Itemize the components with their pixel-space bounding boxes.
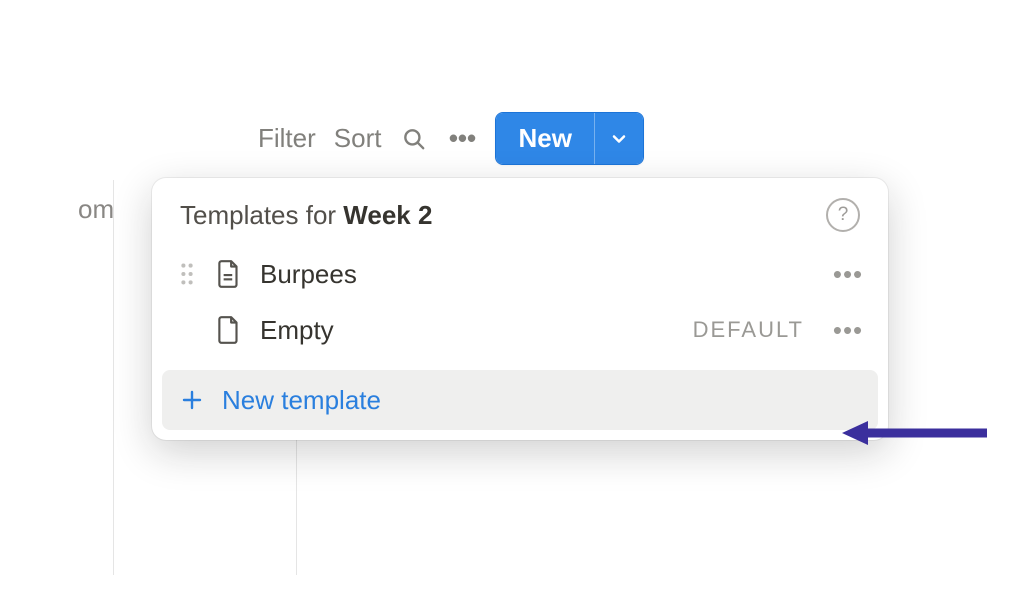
chevron-down-icon [609, 129, 629, 149]
new-dropdown-button[interactable] [594, 113, 643, 164]
grid-divider [113, 180, 114, 575]
drag-handle-icon[interactable] [176, 262, 198, 286]
new-template-label: New template [222, 385, 381, 416]
more-icon[interactable]: ••• [447, 123, 477, 154]
row-more-button[interactable]: ••• [830, 315, 866, 346]
new-template-button[interactable]: New template [162, 370, 878, 430]
page-icon [216, 259, 242, 289]
popover-title-emph: Week 2 [343, 200, 432, 230]
templates-popover: Templates for Week 2 ? Burpees ••• Empty… [152, 178, 888, 440]
template-row[interactable]: Burpees ••• [152, 246, 888, 302]
popover-title-prefix: Templates for [180, 200, 343, 230]
column-label-peek: om [78, 194, 114, 225]
help-icon[interactable]: ? [826, 198, 860, 232]
default-badge: DEFAULT [693, 317, 804, 343]
search-icon[interactable] [399, 126, 429, 152]
row-more-button[interactable]: ••• [830, 259, 866, 290]
template-row[interactable]: Empty DEFAULT ••• [152, 302, 888, 358]
popover-header: Templates for Week 2 ? [152, 198, 888, 246]
plus-icon [180, 388, 204, 412]
table-toolbar: Filter Sort ••• New [258, 112, 644, 165]
filter-button[interactable]: Filter [258, 123, 316, 154]
popover-title: Templates for Week 2 [180, 200, 432, 231]
sort-button[interactable]: Sort [334, 123, 382, 154]
template-name: Empty [260, 315, 675, 346]
new-split-button: New [495, 112, 643, 165]
template-name: Burpees [260, 259, 812, 290]
new-button[interactable]: New [496, 113, 593, 164]
page-blank-icon [216, 315, 242, 345]
